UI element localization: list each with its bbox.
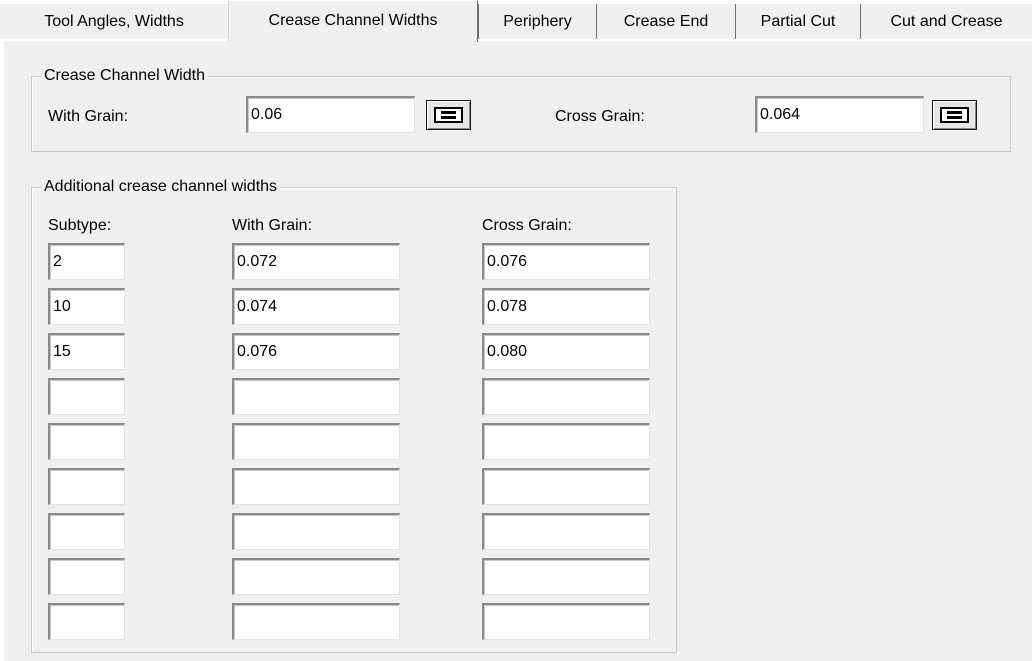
cross-grain-row-input[interactable] xyxy=(482,603,650,640)
with-grain-label: With Grain: xyxy=(48,108,129,125)
with-grain-row-input[interactable] xyxy=(232,558,400,595)
tab-strip: Tool Angles, Widths Periphery Crease End… xyxy=(0,0,1032,42)
cross-grain-row-input[interactable] xyxy=(482,243,650,280)
subtype-input[interactable] xyxy=(48,333,125,370)
cross-grain-row-input[interactable] xyxy=(482,513,650,550)
with-grain-row-input[interactable] xyxy=(232,243,400,280)
subtype-input[interactable] xyxy=(48,468,125,505)
tab-tool-angles-widths[interactable]: Tool Angles, Widths xyxy=(0,4,228,39)
cross-grain-row-input[interactable] xyxy=(482,423,650,460)
with-grain-row-input[interactable] xyxy=(232,288,400,325)
additional-crease-widths-title: Additional crease channel widths xyxy=(42,177,281,197)
subtype-input[interactable] xyxy=(48,513,125,550)
with-grain-equals-button[interactable] xyxy=(426,100,471,130)
cross-grain-row-input[interactable] xyxy=(482,333,650,370)
equals-icon xyxy=(434,107,463,123)
cross-grain-row-input[interactable] xyxy=(482,468,650,505)
with-grain-row-input[interactable] xyxy=(232,423,400,460)
with-grain-row-input[interactable] xyxy=(232,513,400,550)
equals-icon xyxy=(940,107,969,123)
subtype-column-header: Subtype: xyxy=(48,217,112,234)
tab-cut-and-crease[interactable]: Cut and Crease xyxy=(860,4,1032,39)
cross-grain-equals-button[interactable] xyxy=(932,100,977,130)
with-grain-row-input[interactable] xyxy=(232,378,400,415)
crease-channel-width-title: Crease Channel Width xyxy=(42,66,208,86)
with-grain-column-header: With Grain: xyxy=(232,217,313,234)
tab-partial-cut[interactable]: Partial Cut xyxy=(735,4,860,39)
tab-crease-end[interactable]: Crease End xyxy=(596,4,735,39)
subtype-input[interactable] xyxy=(48,558,125,595)
cross-grain-label: Cross Grain: xyxy=(555,108,645,125)
tab-periphery[interactable]: Periphery xyxy=(478,4,596,39)
subtype-input[interactable] xyxy=(48,423,125,460)
subtype-input[interactable] xyxy=(48,288,125,325)
tab-crease-channel-widths[interactable]: Crease Channel Widths xyxy=(228,0,478,42)
cross-grain-input[interactable] xyxy=(755,96,924,133)
with-grain-row-input[interactable] xyxy=(232,603,400,640)
cross-grain-row-input[interactable] xyxy=(482,558,650,595)
subtype-input[interactable] xyxy=(48,378,125,415)
with-grain-row-input[interactable] xyxy=(232,468,400,505)
subtype-input[interactable] xyxy=(48,603,125,640)
subtype-input[interactable] xyxy=(48,243,125,280)
cross-grain-row-input[interactable] xyxy=(482,378,650,415)
cross-grain-row-input[interactable] xyxy=(482,288,650,325)
cross-grain-column-header: Cross Grain: xyxy=(482,217,572,234)
with-grain-input[interactable] xyxy=(246,96,415,133)
tab-page-crease-channel-widths: Crease Channel Width With Grain: Cross G… xyxy=(4,40,1032,661)
with-grain-row-input[interactable] xyxy=(232,333,400,370)
